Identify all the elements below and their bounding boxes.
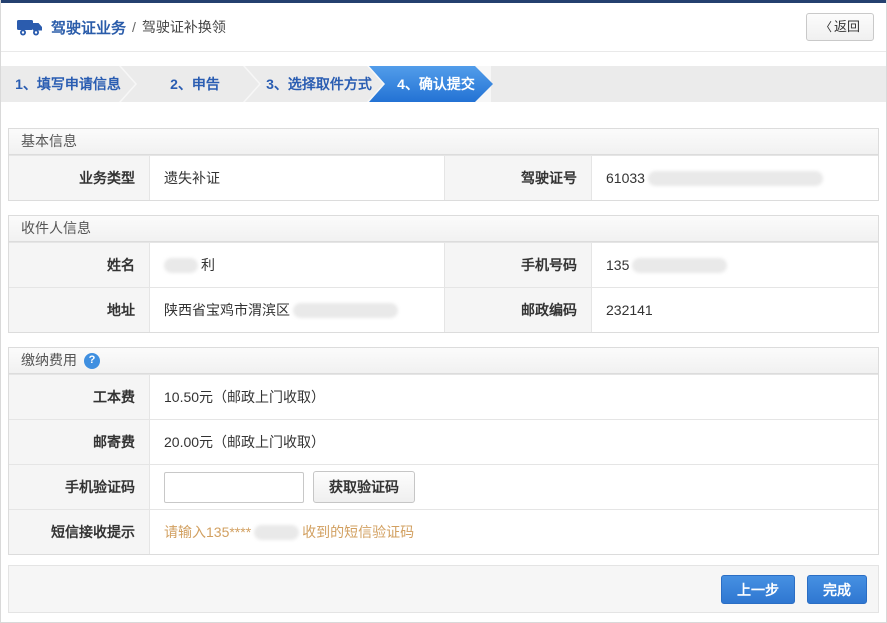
phone-text: 135 [606,257,629,273]
section-payment-fees-header: 缴纳费用 ? [9,348,878,374]
section-payment-fees-title: 缴纳费用 [21,348,77,373]
table-row: 地址 陕西省宝鸡市渭滨区 邮政编码 232141 [9,287,878,332]
table-row: 业务类型 遗失补证 驾驶证号 61033 [9,155,878,200]
license-number-value: 61033 [592,156,878,200]
step-progress-bar: 1、填写申请信息 2、申告 3、选择取件方式 4、确认提交 [1,66,886,102]
postage-fee-label: 邮寄费 [9,420,150,464]
back-button[interactable]: 〈返回 [806,13,874,41]
license-number-label: 驾驶证号 [444,156,592,200]
back-button-label: 返回 [834,19,860,34]
sms-hint-after-text: 收到的短信验证码 [302,522,414,542]
section-basic-info: 基本信息 业务类型 遗失补证 驾驶证号 61033 [8,128,879,201]
name-value: 利 [150,243,444,287]
business-type-value: 遗失补证 [150,156,444,200]
sms-code-cell: 获取验证码 [150,465,878,509]
get-code-button[interactable]: 获取验证码 [313,471,415,503]
name-redaction [164,258,198,273]
sms-hint-label: 短信接收提示 [9,510,150,554]
breadcrumb-separator: / [132,19,136,35]
section-recipient-info-header: 收件人信息 [9,216,878,242]
license-number-redaction [648,171,823,186]
address-label: 地址 [9,288,150,332]
phone-label: 手机号码 [444,243,592,287]
address-value: 陕西省宝鸡市渭滨区 [150,288,444,332]
step-1-fill-application[interactable]: 1、填写申请信息 [1,66,135,102]
section-recipient-info: 收件人信息 姓名 利 手机号码 135 地址 陕西省宝鸡市渭滨区 [8,215,879,333]
table-row: 手机验证码 获取验证码 [9,464,878,509]
step-2-declaration[interactable]: 2、申告 [121,66,259,102]
name-text: 利 [201,255,215,275]
section-basic-info-title: 基本信息 [21,129,77,154]
truck-icon [17,17,43,37]
step-bar-filler [491,66,886,102]
postcode-value: 232141 [592,288,878,332]
name-label: 姓名 [9,243,150,287]
breadcrumb-current: 驾驶证补换领 [142,17,226,37]
previous-step-button[interactable]: 上一步 [721,575,795,604]
table-row: 短信接收提示 请输入135**** 收到的短信验证码 [9,509,878,554]
address-redaction [293,303,398,318]
postage-fee-value: 20.00元（邮政上门收取） [150,420,878,464]
step-3-pickup-method[interactable]: 3、选择取件方式 [245,66,383,102]
phone-redaction [632,258,727,273]
step-4-confirm-submit: 4、确认提交 [369,66,493,102]
sms-code-input[interactable] [164,472,304,503]
table-row: 姓名 利 手机号码 135 [9,242,878,287]
table-row: 邮寄费 20.00元（邮政上门收取） [9,419,878,464]
page-title: 驾驶证业务 [51,17,126,38]
sms-hint-redaction [254,525,299,540]
table-row: 工本费 10.50元（邮政上门收取） [9,374,878,419]
chevron-left-icon: 〈 [820,20,832,34]
sms-code-label: 手机验证码 [9,465,150,509]
license-number-text: 61033 [606,170,645,186]
footer-actions: 上一步 完成 [8,565,879,613]
section-payment-fees: 缴纳费用 ? 工本费 10.50元（邮政上门收取） 邮寄费 20.00元（邮政上… [8,347,879,555]
section-basic-info-header: 基本信息 [9,129,878,155]
sms-hint-before-text: 请输入135**** [164,522,251,542]
production-fee-label: 工本费 [9,375,150,419]
sms-hint-value: 请输入135**** 收到的短信验证码 [150,510,878,554]
page: 驾驶证业务 / 驾驶证补换领 〈返回 1、填写申请信息 2、申告 3、选择取件方… [0,0,887,623]
phone-value: 135 [592,243,878,287]
header: 驾驶证业务 / 驾驶证补换领 〈返回 [1,3,886,52]
production-fee-value: 10.50元（邮政上门收取） [150,375,878,419]
postcode-label: 邮政编码 [444,288,592,332]
section-recipient-info-title: 收件人信息 [21,216,91,241]
help-icon[interactable]: ? [84,353,100,369]
business-type-label: 业务类型 [9,156,150,200]
address-text: 陕西省宝鸡市渭滨区 [164,300,290,320]
finish-button[interactable]: 完成 [807,575,867,604]
main-content: 基本信息 业务类型 遗失补证 驾驶证号 61033 收件人信息 姓名 [1,128,886,555]
